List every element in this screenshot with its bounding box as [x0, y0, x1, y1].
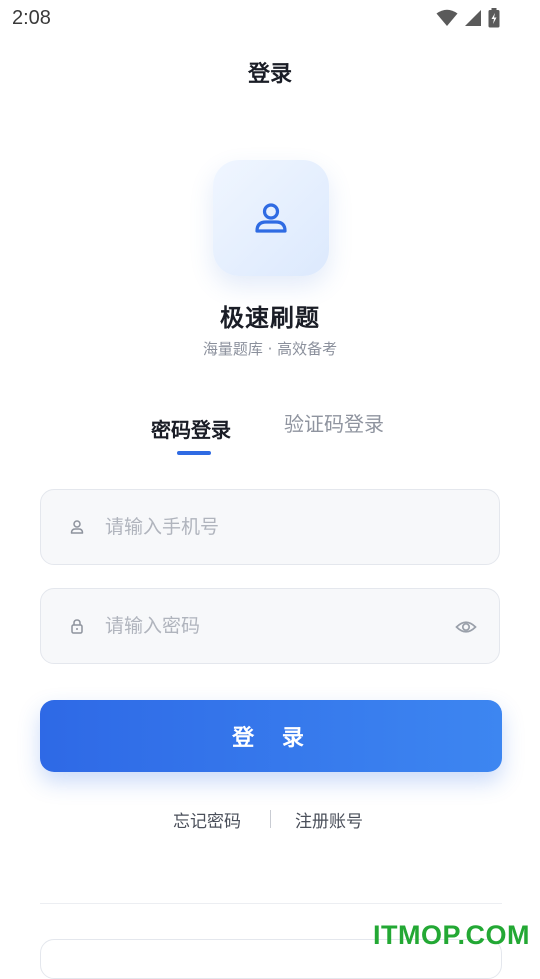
register-link[interactable]: 注册账号 [295, 807, 363, 832]
forgot-password-link[interactable]: 忘记密码 [173, 807, 241, 832]
user-icon [255, 203, 287, 233]
eye-icon[interactable] [455, 616, 477, 638]
status-bar: 2:08 [0, 0, 540, 36]
app-slogan: 海量题库 · 高效备考 [202, 340, 338, 358]
status-icons [436, 8, 500, 28]
password-input[interactable] [105, 589, 435, 663]
site-watermark: ITMOP.COM [372, 920, 530, 950]
active-tab-indicator [177, 451, 211, 455]
password-field[interactable] [40, 588, 500, 664]
app-logo [213, 160, 329, 276]
lock-icon [71, 619, 83, 634]
phone-field[interactable] [40, 489, 500, 565]
bottom-divider [40, 903, 502, 904]
status-time: 2:08 [12, 7, 51, 29]
phone-input[interactable] [105, 490, 435, 564]
app-name: 极速刷题 [220, 304, 320, 332]
login-button[interactable]: 登 录 [40, 700, 502, 772]
wifi-icon [436, 9, 458, 26]
battery-charging-icon [488, 8, 500, 28]
signal-icon [465, 10, 481, 26]
page-title: 登录 [247, 62, 292, 87]
user-icon [70, 520, 84, 534]
tab-password-login[interactable]: 密码登录 [151, 414, 231, 443]
link-divider [270, 810, 271, 828]
tab-code-login[interactable]: 验证码登录 [284, 408, 384, 437]
